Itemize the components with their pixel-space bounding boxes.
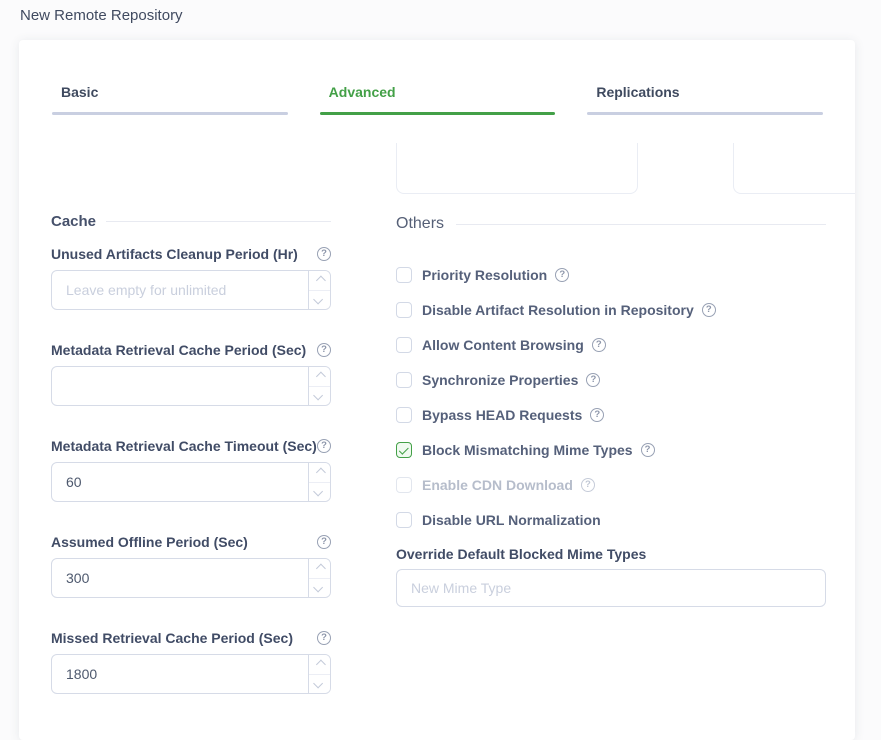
cache-section-title: Cache [51,213,96,230]
number-spinner [308,463,330,501]
field-label: Missed Retrieval Cache Period (Sec) [51,630,293,646]
help-icon[interactable] [317,343,331,357]
chevron-up-icon [316,275,326,285]
checkbox-allow-content-browsing[interactable]: Allow Content Browsing [396,336,826,354]
help-icon[interactable] [317,535,331,549]
spinner-up-button[interactable] [309,367,330,386]
spinner-down-button[interactable] [309,290,330,310]
chevron-up-icon [316,467,326,477]
spinner-up-button[interactable] [309,463,330,482]
checkbox-label: Disable URL Normalization [422,512,601,528]
checkbox-label: Allow Content Browsing [422,337,584,353]
help-icon[interactable] [702,303,716,317]
tab-replications-label: Replications [587,85,823,100]
tab-replications[interactable]: Replications [587,85,823,115]
checkbox-label: Disable Artifact Resolution in Repositor… [422,302,694,318]
field-assumed-offline-period: Assumed Offline Period (Sec) [51,534,331,598]
number-spinner [308,271,330,309]
help-icon[interactable] [317,439,331,453]
chevron-up-icon [316,563,326,573]
spinner-down-button[interactable] [309,482,330,502]
cache-section: Cache Unused Artifacts Cleanup Period (H… [51,213,331,726]
field-label: Metadata Retrieval Cache Timeout (Sec) [51,438,317,454]
number-spinner [308,559,330,597]
tab-advanced-label: Advanced [320,85,556,100]
chevron-down-icon [313,487,323,497]
spinner-up-button[interactable] [309,655,330,674]
checkbox-box [396,512,412,528]
tab-basic-label: Basic [52,85,288,100]
checkbox-label: Bypass HEAD Requests [422,407,582,423]
number-spinner [308,655,330,693]
metadata-cache-timeout-input[interactable] [52,463,308,501]
checkbox-enable-cdn-download: Enable CDN Download [396,476,826,494]
help-icon[interactable] [641,443,655,457]
checkbox-box [396,407,412,423]
field-missed-retrieval-cache-period: Missed Retrieval Cache Period (Sec) [51,630,331,694]
checkbox-label: Synchronize Properties [422,372,578,388]
help-icon[interactable] [581,478,595,492]
spinner-down-button[interactable] [309,674,330,694]
field-label: Metadata Retrieval Cache Period (Sec) [51,342,306,358]
checkbox-box [396,337,412,353]
chevron-up-icon [316,659,326,669]
field-unused-artifacts-cleanup: Unused Artifacts Cleanup Period (Hr) [51,246,331,310]
spinner-down-button[interactable] [309,578,330,598]
checkbox-block-mismatching-mime-types[interactable]: Block Mismatching Mime Types [396,441,826,459]
spinner-up-button[interactable] [309,559,330,578]
help-icon[interactable] [586,373,600,387]
help-icon[interactable] [317,631,331,645]
spinner-up-button[interactable] [309,271,330,290]
chevron-up-icon [316,371,326,381]
help-icon[interactable] [555,268,569,282]
checkbox-label: Block Mismatching Mime Types [422,442,633,458]
chevron-down-icon [313,391,323,401]
help-icon[interactable] [592,338,606,352]
checkbox-box [396,477,412,493]
others-section: Others Priority Resolution Disable Artif… [396,215,826,607]
checkbox-disable-url-normalization[interactable]: Disable URL Normalization [396,511,826,529]
override-mime-types-label: Override Default Blocked Mime Types [396,546,826,562]
tab-advanced[interactable]: Advanced [320,85,556,115]
spinner-down-button[interactable] [309,386,330,406]
checkbox-priority-resolution[interactable]: Priority Resolution [396,266,826,284]
field-label: Unused Artifacts Cleanup Period (Hr) [51,246,298,262]
field-label: Assumed Offline Period (Sec) [51,534,248,550]
others-section-title: Others [396,215,444,233]
section-divider [456,224,826,225]
field-metadata-cache-period: Metadata Retrieval Cache Period (Sec) [51,342,331,406]
checkbox-label: Enable CDN Download [422,477,573,493]
tab-advanced-underline [320,112,556,115]
new-mime-type-input[interactable] [396,569,826,607]
checkbox-box [396,302,412,318]
checkbox-box [396,267,412,283]
checkbox-box [396,372,412,388]
clipped-textarea-right[interactable] [733,143,855,194]
chevron-down-icon [313,679,323,689]
missed-retrieval-cache-period-input[interactable] [52,655,308,693]
help-icon[interactable] [317,247,331,261]
page-title: New Remote Repository [20,7,183,24]
metadata-cache-period-input[interactable] [52,367,308,405]
tab-replications-underline [587,112,823,115]
checkbox-label: Priority Resolution [422,267,547,283]
assumed-offline-period-input[interactable] [52,559,308,597]
chevron-down-icon [313,583,323,593]
tab-basic-underline [52,112,288,115]
help-icon[interactable] [590,408,604,422]
checkbox-synchronize-properties[interactable]: Synchronize Properties [396,371,826,389]
clipped-textarea-left[interactable] [396,143,638,194]
checkbox-bypass-head-requests[interactable]: Bypass HEAD Requests [396,406,826,424]
chevron-down-icon [313,295,323,305]
section-divider [106,221,331,222]
repository-form-card: Basic Advanced Replications Cache Unused… [19,40,855,740]
tab-basic[interactable]: Basic [52,85,288,115]
number-spinner [308,367,330,405]
field-metadata-cache-timeout: Metadata Retrieval Cache Timeout (Sec) [51,438,331,502]
unused-artifacts-cleanup-input[interactable] [52,271,308,309]
checkbox-disable-artifact-resolution[interactable]: Disable Artifact Resolution in Repositor… [396,301,826,319]
tab-bar: Basic Advanced Replications [52,85,823,115]
checkbox-box [396,442,412,458]
